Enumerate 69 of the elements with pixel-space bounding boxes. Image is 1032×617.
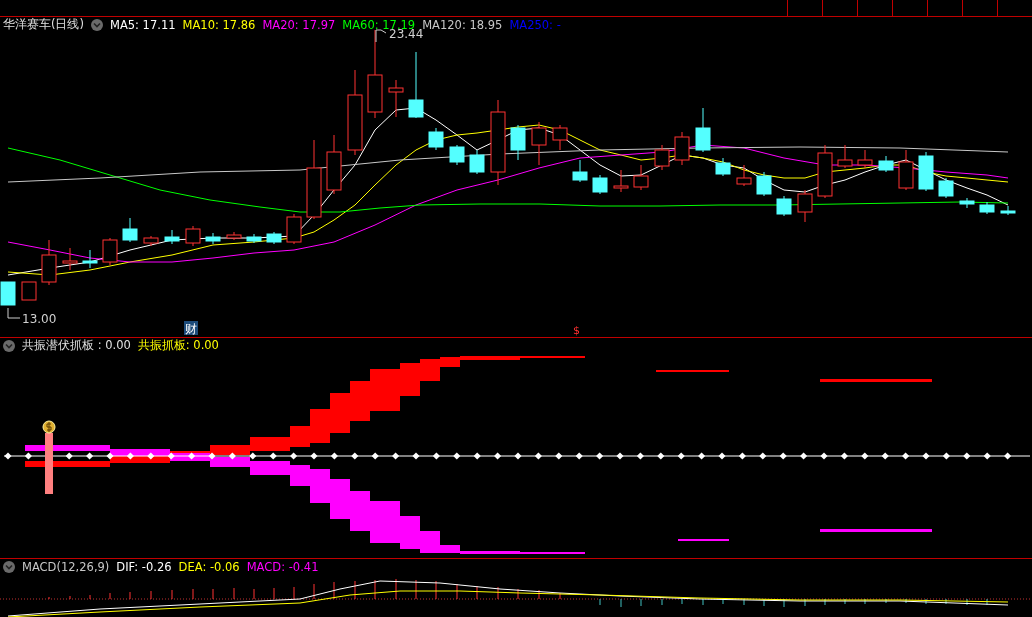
candlestick bbox=[388, 79, 404, 118]
collapse-chevron-icon[interactable] bbox=[91, 18, 103, 31]
candlestick bbox=[164, 229, 180, 245]
candlestick bbox=[185, 225, 201, 247]
candlestick bbox=[266, 231, 282, 245]
collapse-chevron-icon[interactable] bbox=[3, 560, 15, 573]
candlestick bbox=[572, 159, 588, 183]
candlestick bbox=[326, 134, 342, 195]
candlestick bbox=[41, 239, 57, 286]
indicator-value: MA5: 17.11 bbox=[110, 17, 176, 32]
candlestick bbox=[776, 195, 792, 217]
candlestick bbox=[102, 237, 118, 266]
candlestick bbox=[878, 155, 894, 173]
candlestick bbox=[674, 131, 690, 166]
candlestick bbox=[510, 124, 526, 161]
indicator-value: 共振潜伏抓板 : 0.00 bbox=[22, 338, 131, 353]
candlestick bbox=[1000, 205, 1016, 216]
indicator-value: MA10: 17.86 bbox=[182, 17, 256, 32]
candlestick bbox=[552, 124, 568, 151]
candlestick bbox=[654, 144, 670, 171]
candlestick bbox=[938, 177, 954, 199]
indicator-value: DEA: -0.06 bbox=[178, 559, 240, 574]
indicator-value: DIF: -0.26 bbox=[116, 559, 172, 574]
low-price-label: 13.00 bbox=[22, 312, 57, 326]
dividend-marker[interactable]: $ bbox=[573, 324, 580, 337]
candlestick bbox=[736, 164, 752, 187]
candlestick bbox=[592, 174, 608, 195]
indicator-value: MA120: 18.95 bbox=[422, 17, 503, 32]
finance-marker-background bbox=[184, 321, 198, 335]
indicator-value: MA250: - bbox=[509, 17, 561, 32]
candlestick bbox=[531, 121, 547, 166]
indicator-value: MACD: -0.41 bbox=[246, 559, 319, 574]
candlestick bbox=[469, 149, 485, 175]
signal-bar bbox=[45, 433, 53, 494]
candlestick bbox=[0, 281, 16, 306]
candlestick bbox=[756, 171, 772, 197]
high-pointer-icon bbox=[375, 29, 387, 43]
candlestick bbox=[226, 231, 242, 241]
candlestick bbox=[918, 151, 934, 192]
candlestick bbox=[817, 144, 833, 199]
candlestick bbox=[613, 169, 629, 193]
stock-title: 华洋赛车(日线) bbox=[3, 17, 84, 32]
candlestick bbox=[205, 232, 221, 245]
candlestick bbox=[246, 233, 262, 244]
candlestick bbox=[633, 164, 649, 191]
candlestick bbox=[122, 217, 138, 243]
collapse-chevron-icon[interactable] bbox=[3, 339, 15, 352]
indicator-value: MACD(12,26,9) bbox=[22, 559, 110, 574]
low-pointer-icon bbox=[7, 307, 21, 319]
candlestick bbox=[715, 157, 731, 177]
candlestick bbox=[408, 51, 424, 119]
candlestick bbox=[449, 144, 465, 166]
candlestick bbox=[837, 144, 853, 169]
coin-icon bbox=[42, 420, 56, 434]
candlestick bbox=[695, 107, 711, 153]
candlestick bbox=[797, 189, 813, 223]
candlestick bbox=[21, 281, 37, 301]
indicator-value: MA20: 17.97 bbox=[262, 17, 336, 32]
candlestick bbox=[898, 149, 914, 191]
candlestick bbox=[857, 149, 873, 169]
candlestick bbox=[143, 235, 159, 247]
finance-marker[interactable]: 财 bbox=[185, 322, 197, 336]
candlestick bbox=[286, 213, 302, 245]
candlestick bbox=[979, 201, 995, 215]
candlestick bbox=[82, 249, 98, 269]
candlestick bbox=[62, 247, 78, 271]
indicator-value: 共振抓板: 0.00 bbox=[137, 338, 219, 353]
candlestick bbox=[959, 197, 975, 209]
candlestick bbox=[428, 127, 444, 151]
